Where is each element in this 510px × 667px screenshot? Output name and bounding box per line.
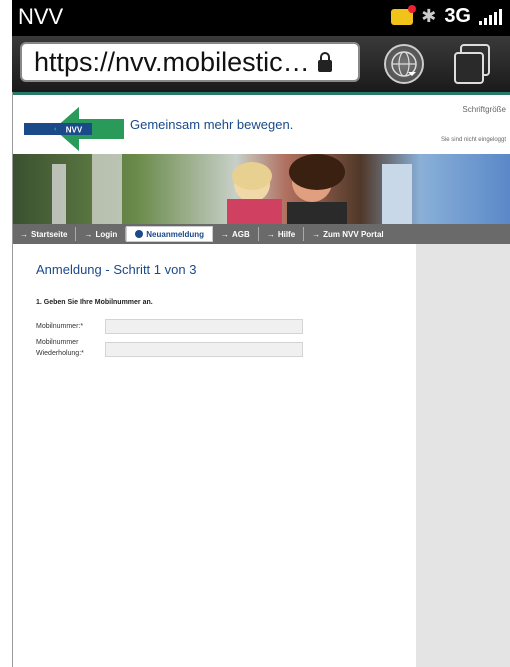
nav-label: Neuanmeldung bbox=[146, 229, 205, 239]
status-icons: ✱ 3G bbox=[391, 4, 502, 28]
step-heading: 1. Geben Sie Ihre Mobilnummer an. bbox=[36, 299, 153, 306]
main-content: Anmeldung - Schritt 1 von 3 1. Geben Sie… bbox=[12, 244, 416, 667]
web-page: NVV Gemeinsam mehr bewegen. Schriftgröße… bbox=[12, 92, 510, 667]
nav-label: Login bbox=[95, 229, 118, 239]
arrow-right-icon: → bbox=[221, 229, 230, 239]
slogan: Gemeinsam mehr bewegen. bbox=[130, 117, 294, 132]
bluetooth-icon: ✱ bbox=[421, 6, 437, 26]
tabs-icon[interactable] bbox=[450, 44, 490, 84]
main-navigation: → Startseite → Login Neuanmeldung → AGB … bbox=[12, 224, 510, 244]
mobile-repeat-input[interactable] bbox=[105, 342, 303, 357]
arrow-right-icon: → bbox=[84, 229, 93, 239]
active-arrow-icon bbox=[135, 230, 144, 238]
nav-label: Startseite bbox=[31, 229, 68, 239]
nav-item-nvv-portal[interactable]: → Zum NVV Portal bbox=[304, 227, 391, 241]
lock-icon bbox=[317, 52, 332, 72]
carrier-name: NVV bbox=[18, 4, 64, 29]
mobile-number-label: Mobilnummer:* bbox=[36, 323, 84, 330]
arrow-right-icon: → bbox=[20, 229, 28, 239]
message-icon[interactable] bbox=[391, 4, 417, 25]
right-sidebar bbox=[416, 244, 510, 667]
network-type: 3G bbox=[444, 5, 471, 27]
banner-photo bbox=[52, 154, 412, 224]
nav-item-neuanmeldung[interactable]: Neuanmeldung bbox=[126, 226, 214, 242]
globe-shape bbox=[391, 51, 417, 77]
arrow-right-icon: → bbox=[266, 229, 275, 239]
browser-toolbar: https://nvv.mobilestic… bbox=[12, 36, 510, 92]
login-status: Sie sind nicht eingeloggt bbox=[440, 137, 506, 143]
nav-item-startseite[interactable]: → Startseite bbox=[12, 227, 77, 241]
globe-icon[interactable] bbox=[384, 44, 424, 84]
nvv-logo[interactable]: NVV bbox=[24, 107, 124, 151]
nav-item-agb[interactable]: → AGB bbox=[213, 227, 259, 241]
status-bar: NVV ✱ 3G bbox=[12, 0, 510, 36]
page-title: Anmeldung - Schritt 1 von 3 bbox=[36, 262, 197, 277]
signal-icon bbox=[479, 8, 502, 25]
mobile-repeat-label-line1: Mobilnummer bbox=[36, 339, 79, 346]
arrow-right-icon: → bbox=[312, 229, 321, 239]
logo-text: NVV bbox=[66, 126, 83, 135]
nav-item-hilfe[interactable]: → Hilfe bbox=[259, 227, 305, 241]
page-left-border bbox=[12, 92, 13, 667]
address-bar[interactable]: https://nvv.mobilestic… bbox=[20, 42, 360, 82]
mobile-number-input[interactable] bbox=[105, 319, 303, 334]
nav-label: AGB bbox=[232, 229, 250, 239]
nav-label: Zum NVV Portal bbox=[323, 229, 384, 239]
nav-item-login[interactable]: → Login bbox=[76, 227, 127, 241]
url-text: https://nvv.mobilestic… bbox=[34, 46, 310, 77]
site-header: NVV Gemeinsam mehr bewegen. Schriftgröße… bbox=[12, 92, 510, 159]
font-size-control[interactable]: Schriftgröße bbox=[462, 105, 506, 114]
phone-screen: NVV ✱ 3G https://nvv.mobilestic… NVV Gem… bbox=[12, 0, 510, 667]
mobile-repeat-label-line2: Wiederholung:* bbox=[36, 350, 84, 357]
header-banner-image bbox=[12, 154, 510, 224]
nav-label: Hilfe bbox=[277, 229, 296, 239]
